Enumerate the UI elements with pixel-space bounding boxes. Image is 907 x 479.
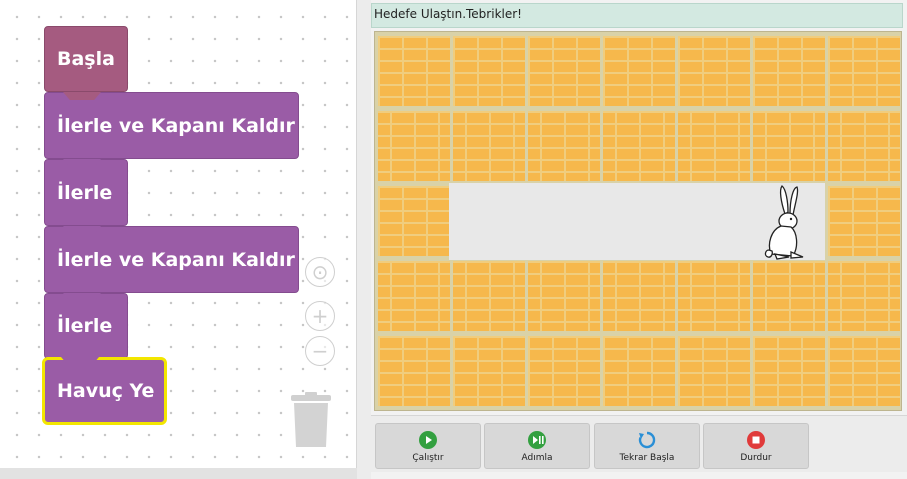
plus-icon: + — [311, 304, 329, 328]
brick-wall-tile — [453, 336, 525, 406]
brick-wall-tile — [528, 36, 600, 106]
block-notch — [61, 357, 99, 365]
play-circle-icon — [419, 430, 437, 449]
stop-icon — [747, 430, 765, 449]
game-panel: Hedefe Ulaştın.Tebrikler! Çalıştır Adıml… — [371, 0, 907, 479]
block-label: İlerle — [57, 315, 113, 337]
brick-wall-tile — [603, 336, 675, 406]
restart-icon — [638, 431, 656, 448]
crosshair-icon: ⊙ — [311, 260, 329, 284]
brick-wall-tile — [603, 111, 675, 181]
brick-wall-tile — [678, 36, 750, 106]
block-notch — [63, 159, 101, 167]
brick-wall-tile — [678, 336, 750, 406]
run-button[interactable]: Çalıştır — [375, 423, 481, 469]
brick-wall-tile — [828, 36, 900, 106]
step-button-label: Adımla — [521, 452, 553, 463]
brick-wall-tile — [378, 36, 450, 106]
block-notch — [63, 226, 101, 234]
status-message: Hedefe Ulaştın.Tebrikler! — [371, 3, 903, 28]
trash-icon[interactable] — [290, 392, 332, 448]
zoom-in-button[interactable]: + — [305, 301, 335, 331]
brick-wall-tile — [378, 111, 450, 181]
brick-wall-tile — [828, 336, 900, 406]
restart-button[interactable]: Tekrar Başla — [594, 423, 700, 469]
stop-button[interactable]: Durdur — [703, 423, 809, 469]
brick-wall-tile — [528, 111, 600, 181]
block-label: İlerle ve Kapanı Kaldır — [57, 248, 295, 271]
restart-button-label: Tekrar Başla — [619, 452, 675, 463]
block-workspace[interactable]: Başla İlerle ve Kapanı Kaldır İlerle İle… — [0, 0, 357, 468]
start-block-label: Başla — [57, 48, 115, 70]
block-label: İlerle ve Kapanı Kaldır — [57, 114, 295, 137]
move-block-2[interactable]: İlerle — [44, 293, 128, 359]
brick-wall-tile — [753, 336, 825, 406]
brick-wall-tile — [453, 111, 525, 181]
brick-wall-tile — [528, 336, 600, 406]
block-label: İlerle — [57, 181, 113, 204]
rabbit-icon — [764, 185, 804, 260]
maze-board — [374, 31, 902, 411]
workspace-scrollbar[interactable] — [0, 468, 357, 479]
brick-wall-tile — [753, 36, 825, 106]
block-notch — [63, 293, 101, 301]
brick-wall-tile — [678, 261, 750, 331]
block-label: Havuç Ye — [57, 380, 155, 402]
zoom-out-button[interactable]: − — [305, 336, 335, 366]
brick-wall-tile — [753, 111, 825, 181]
step-button[interactable]: Adımla — [484, 423, 590, 469]
panel-divider — [357, 0, 371, 479]
start-block[interactable]: Başla — [44, 26, 128, 92]
brick-wall-tile — [378, 186, 450, 256]
run-button-label: Çalıştır — [412, 452, 444, 463]
brick-wall-tile — [453, 261, 525, 331]
stop-button-label: Durdur — [740, 452, 772, 463]
block-notch — [63, 92, 101, 100]
step-icon — [528, 430, 546, 449]
brick-wall-tile — [603, 261, 675, 331]
brick-wall-tile — [753, 261, 825, 331]
brick-wall-tile — [828, 261, 900, 331]
brick-wall-tile — [603, 36, 675, 106]
brick-wall-tile — [828, 186, 900, 256]
move-block-1[interactable]: İlerle — [44, 159, 128, 226]
recenter-button[interactable]: ⊙ — [305, 257, 335, 287]
minus-icon: − — [311, 339, 329, 363]
brick-wall-tile — [678, 111, 750, 181]
brick-wall-tile — [453, 36, 525, 106]
move-and-lift-trap-block-2[interactable]: İlerle ve Kapanı Kaldır — [44, 226, 299, 293]
brick-wall-tile — [528, 261, 600, 331]
move-and-lift-trap-block-1[interactable]: İlerle ve Kapanı Kaldır — [44, 92, 299, 159]
control-toolbar: Çalıştır Adımla Tekrar Başla Durdur — [371, 415, 907, 472]
eat-carrot-block[interactable]: Havuç Ye — [42, 357, 167, 425]
brick-wall-tile — [378, 261, 450, 331]
brick-wall-tile — [828, 111, 900, 181]
brick-wall-tile — [378, 336, 450, 406]
